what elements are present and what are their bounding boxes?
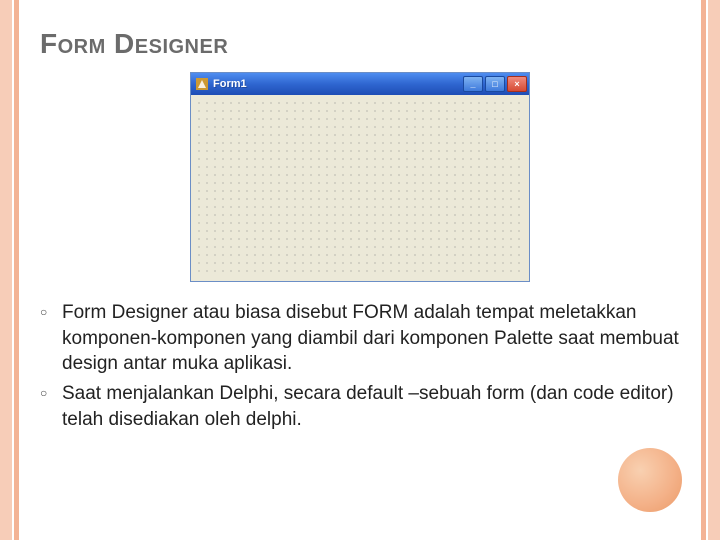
decorative-circle xyxy=(618,448,682,512)
window-title: Form1 xyxy=(213,78,463,90)
form-design-surface[interactable] xyxy=(191,95,529,281)
list-item: ○ Saat menjalankan Delphi, secara defaul… xyxy=(40,381,680,432)
maximize-icon: □ xyxy=(492,80,497,89)
bullet-icon: ○ xyxy=(40,300,62,377)
minimize-icon: _ xyxy=(470,80,475,89)
maximize-button[interactable]: □ xyxy=(485,76,505,92)
minimize-button[interactable]: _ xyxy=(463,76,483,92)
bullet-list: ○ Form Designer atau biasa disebut FORM … xyxy=(40,300,680,432)
design-grid-dots xyxy=(195,99,525,277)
close-icon: × xyxy=(514,80,519,89)
bullet-text: Form Designer atau biasa disebut FORM ad… xyxy=(62,300,680,377)
close-button[interactable]: × xyxy=(507,76,527,92)
form-designer-figure: Form1 _ □ × xyxy=(40,72,680,282)
bullet-icon: ○ xyxy=(40,381,62,432)
bullet-text: Saat menjalankan Delphi, secara default … xyxy=(62,381,680,432)
delphi-app-icon xyxy=(195,77,209,91)
list-item: ○ Form Designer atau biasa disebut FORM … xyxy=(40,300,680,377)
decorative-stripe-right xyxy=(696,0,720,540)
window-titlebar[interactable]: Form1 _ □ × xyxy=(191,73,529,95)
delphi-form-window: Form1 _ □ × xyxy=(190,72,530,282)
slide-heading: Form Designer xyxy=(40,28,680,60)
decorative-stripe-left xyxy=(0,0,24,540)
